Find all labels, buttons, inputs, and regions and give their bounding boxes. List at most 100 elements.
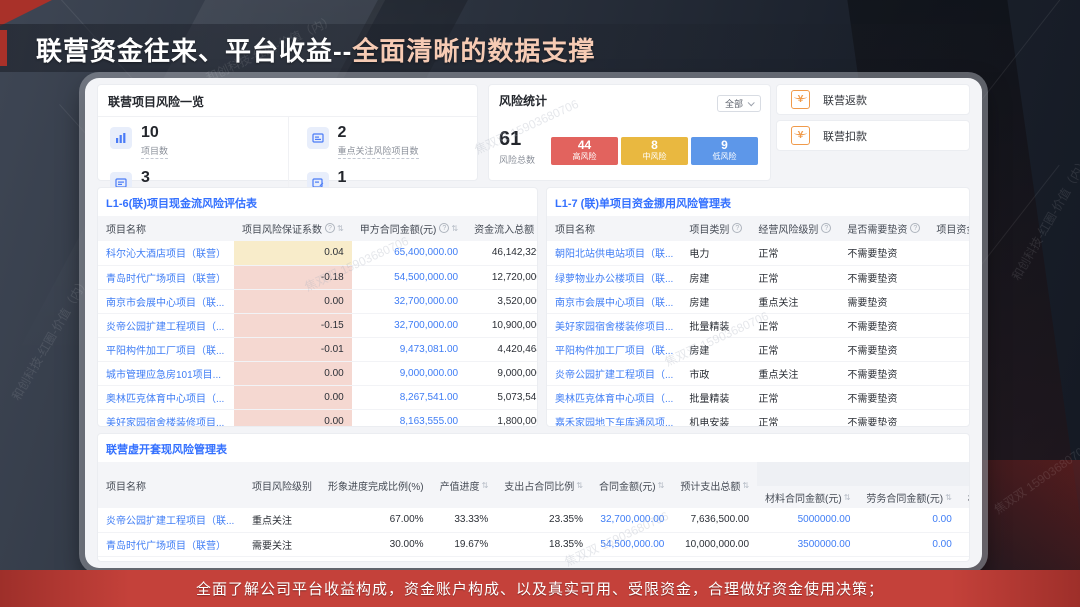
- project-link[interactable]: 青岛时代广场项目（联营）: [98, 265, 234, 289]
- table-cell[interactable]: 3500000.00: [757, 532, 858, 556]
- project-link[interactable]: 平阳构件加工厂项目（联...: [98, 337, 234, 361]
- sort-icon[interactable]: ⇅: [482, 481, 489, 490]
- table-cell[interactable]: 32,700,000.00: [591, 508, 672, 532]
- table-cell[interactable]: 9,473,081.00: [591, 556, 672, 562]
- project-link[interactable]: 嘉禾家园地下车库通风项...: [547, 409, 681, 427]
- table-row: 炎帝公园扩建工程项目（...-0.1532,700,000.0010,900,0…: [98, 313, 538, 337]
- table-cell[interactable]: 5,425,000: [928, 409, 970, 427]
- group-header: 各项支出金额: [757, 462, 970, 486]
- table-cell[interactable]: 4,421,335: [928, 385, 970, 409]
- sort-icon[interactable]: ⇅: [945, 493, 952, 502]
- sort-icon[interactable]: ⇅: [658, 481, 665, 490]
- table-cell: -0.15: [234, 313, 352, 337]
- project-link[interactable]: 奥林匹克体育中心项目（...: [98, 385, 234, 409]
- table-row: 炎帝公园扩建工程项目（...市政重点关注不需要垫资3,733,500: [547, 361, 970, 385]
- badge-label: 高风险: [551, 152, 618, 161]
- project-link[interactable]: 炎帝公园扩建工程项目（...: [98, 313, 234, 337]
- table-cell[interactable]: 32,700,000.00: [352, 313, 466, 337]
- deduction-button[interactable]: ¥联营扣款: [776, 120, 970, 151]
- table-cell[interactable]: 0.00: [858, 532, 959, 556]
- project-link[interactable]: 城市管理应急房101项目...: [98, 361, 234, 385]
- stat-label-link[interactable]: 重点关注风险项目数: [338, 144, 419, 159]
- project-link[interactable]: 美好家园宿舍楼装修项目...: [547, 313, 681, 337]
- table-row: 炎帝公园扩建工程项目（联...重点关注67.00%33.33%23.35%32,…: [98, 508, 970, 532]
- badge-value: 8: [621, 139, 688, 152]
- sort-icon[interactable]: ⇅: [742, 481, 749, 490]
- table-cell[interactable]: 54,500,000.00: [591, 532, 672, 556]
- info-icon: ?: [821, 223, 831, 233]
- column-header[interactable]: 项目风险保证系数?⇅: [234, 216, 352, 241]
- project-link[interactable]: 炎帝公园扩建工程项目（联...: [98, 508, 244, 532]
- table-cell[interactable]: 374,333: [928, 265, 970, 289]
- stat-project-count: 10项目数: [98, 117, 288, 162]
- project-link[interactable]: 科尔沁大酒店项目（联营）: [98, 241, 234, 265]
- table-title: L1-7 (联)单项目资金挪用风险管理表: [547, 188, 969, 216]
- info-icon: ?: [732, 223, 742, 233]
- stat-label-link[interactable]: 项目数: [141, 144, 168, 159]
- table-cell[interactable]: 1,030,200: [960, 556, 970, 562]
- table-row: 嘉禾家园地下车库通风项...机电安装正常不需要垫资5,425,000: [547, 409, 970, 427]
- table-cell[interactable]: 0.00: [858, 508, 959, 532]
- table-cell[interactable]: 0: [928, 241, 970, 265]
- table-cell[interactable]: 9,000,000.00: [352, 361, 466, 385]
- action-list: ¥联营返款 ¥联营扣款: [776, 84, 970, 156]
- table-cell[interactable]: 8,163,555.00: [352, 409, 466, 427]
- table-row: 朝阳北站供电站项目（联...电力正常不需要垫资0: [547, 241, 970, 265]
- sort-icon[interactable]: ⇅: [844, 493, 851, 502]
- project-link[interactable]: 平阳构件加工厂项目（联营）: [98, 556, 244, 562]
- table-cell: 不需要垫资: [839, 385, 928, 409]
- filter-dropdown[interactable]: 全部: [717, 95, 761, 112]
- project-link[interactable]: 美好家园宿舍楼装修项目...: [98, 409, 234, 427]
- table-cell: 1,800,000.00: [466, 409, 538, 427]
- column-header[interactable]: 产值进度⇅: [432, 462, 497, 508]
- column-header[interactable]: 资金流入总额?⇅: [466, 216, 538, 241]
- table-cell[interactable]: 800782.00: [858, 556, 959, 562]
- table-cell[interactable]: 5000000.00: [757, 508, 858, 532]
- column-header[interactable]: 甲方合同金额(元)?⇅: [352, 216, 466, 241]
- project-link[interactable]: 南京市会展中心项目（联...: [547, 289, 681, 313]
- table-cell: 43.18%: [432, 556, 497, 562]
- table-cell[interactable]: 8,267,541.00: [352, 385, 466, 409]
- column-header[interactable]: 劳务合同金额(元)⇅: [858, 486, 959, 508]
- table-cell[interactable]: 65,400,000.00: [352, 241, 466, 265]
- project-link[interactable]: 奥林匹克体育中心项目（...: [547, 385, 681, 409]
- table-cell[interactable]: 4000000.00: [757, 556, 858, 562]
- table-cell: 67.00%: [320, 508, 432, 532]
- table-cell[interactable]: 1,132,362: [928, 337, 970, 361]
- table-cell[interactable]: 32,700,000.00: [352, 289, 466, 313]
- panel-title: 风险统计: [489, 92, 557, 115]
- table-row: 城市管理应急房101项目...0.009,000,000.009,000,000…: [98, 361, 538, 385]
- sort-icon[interactable]: ⇅: [576, 481, 583, 490]
- table-cell[interactable]: 3,733,500: [928, 361, 970, 385]
- column-header[interactable]: 合同金额(元)⇅: [591, 462, 672, 508]
- fraud-table-panel: 联营虚开套现风险管理表 项目名称项目风险级别形象进度完成比例(%)产值进度⇅支出…: [97, 433, 970, 562]
- project-link[interactable]: 炎帝公园扩建工程项目（...: [547, 361, 681, 385]
- table-cell: 批量精装: [681, 385, 750, 409]
- project-link[interactable]: 南京市会展中心项目（联...: [98, 289, 234, 313]
- refund-button[interactable]: ¥联营返款: [776, 84, 970, 115]
- table-cell: 3,520,000.00: [466, 289, 538, 313]
- column-header[interactable]: 材料合同金额(元)⇅: [757, 486, 858, 508]
- table-cell[interactable]: 2,630,000: [960, 508, 970, 532]
- table-cell[interactable]: 9,473,081.00: [352, 337, 466, 361]
- table-cell[interactable]: 1,096,000: [928, 313, 970, 337]
- table-cell[interactable]: 54,500,000.00: [352, 265, 466, 289]
- risk-stats-panel: 风险统计 全部 61 风险总数 44高风险 8中风险 9低风险: [488, 84, 771, 181]
- money-envelope-icon: ¥: [791, 126, 810, 145]
- page-title-highlight: 全面清晰的数据支撑: [352, 36, 595, 66]
- table-cell[interactable]: 951,900: [928, 289, 970, 313]
- info-icon: ?: [910, 223, 920, 233]
- column-header[interactable]: 机械设备合同金额(元)⇅: [960, 486, 970, 508]
- project-link[interactable]: 青岛时代广场项目（联营）: [98, 532, 244, 556]
- table-title: L1-6(联)项目现金流风险评估表: [98, 188, 537, 216]
- project-link[interactable]: 朝阳北站供电站项目（联...: [547, 241, 681, 265]
- table-cell[interactable]: 1,500,000: [960, 532, 970, 556]
- column-header: 经营风险级别?: [750, 216, 839, 241]
- sort-icon[interactable]: ⇅: [451, 224, 458, 233]
- project-link[interactable]: 绿萝物业办公楼项目（联...: [547, 265, 681, 289]
- table-cell: 10,000,000.00: [672, 532, 757, 556]
- column-header[interactable]: 预计支出总额⇅: [672, 462, 757, 508]
- sort-icon[interactable]: ⇅: [337, 224, 344, 233]
- project-link[interactable]: 平阳构件加工厂项目（联...: [547, 337, 681, 361]
- column-header[interactable]: 支出占合同比例⇅: [496, 462, 591, 508]
